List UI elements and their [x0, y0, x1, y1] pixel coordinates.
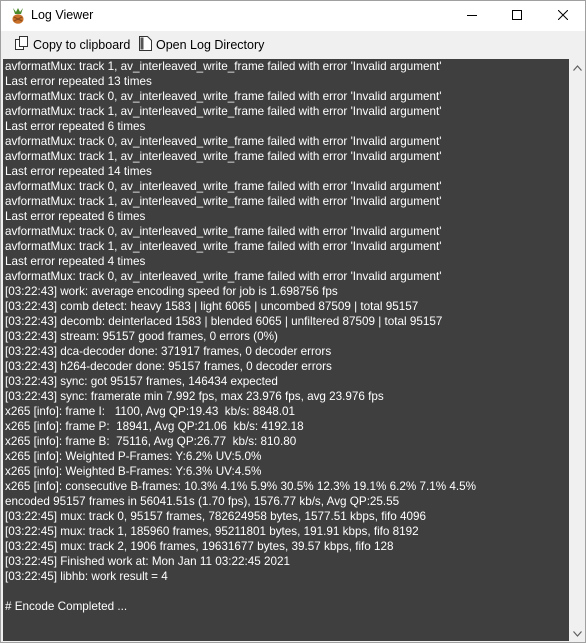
- copy-to-clipboard-label: Copy to clipboard: [33, 38, 131, 52]
- document-icon: [139, 36, 156, 54]
- log-line: [03:22:45] libhb: work result = 4: [5, 570, 168, 583]
- minimize-icon: [466, 7, 477, 25]
- log-line: avformatMux: track 0, av_interleaved_wri…: [5, 225, 442, 238]
- log-line: x265 [info]: frame I: 1100, Avg QP:19.43…: [5, 405, 295, 418]
- log-line: avformatMux: track 0, av_interleaved_wri…: [5, 90, 442, 103]
- log-line: x265 [info]: Weighted P-Frames: Y:6.2% U…: [5, 450, 262, 463]
- log-line: avformatMux: track 1, av_interleaved_wri…: [5, 60, 442, 73]
- log-line: [03:22:45] mux: track 1, 185960 frames, …: [5, 525, 419, 538]
- log-line: Last error repeated 6 times: [5, 210, 146, 223]
- log-line: Last error repeated 13 times: [5, 75, 152, 88]
- log-line: [03:22:43] dca-decoder done: 371917 fram…: [5, 345, 332, 358]
- log-line: [03:22:43] sync: got 95157 frames, 14643…: [5, 375, 278, 388]
- log-line: x265 [info]: frame P: 18941, Avg QP:21.0…: [5, 420, 304, 433]
- scroll-up-arrow-icon: [572, 58, 582, 76]
- scroll-down-arrow-icon: [572, 624, 582, 642]
- log-line: [03:22:45] Finished work at: Mon Jan 11 …: [5, 555, 291, 568]
- log-line: # Encode Completed ...: [5, 600, 128, 613]
- title-bar[interactable]: Log Viewer: [1, 1, 585, 31]
- log-line: avformatMux: track 1, av_interleaved_wri…: [5, 150, 442, 163]
- log-content: avformatMux: track 1, av_interleaved_wri…: [5, 59, 567, 614]
- copy-to-clipboard-button[interactable]: Copy to clipboard: [15, 36, 130, 54]
- open-log-directory-label: Open Log Directory: [156, 38, 265, 52]
- log-line: avformatMux: track 1, av_interleaved_wri…: [5, 195, 442, 208]
- log-line: avformatMux: track 0, av_interleaved_wri…: [5, 135, 442, 148]
- log-line: x265 [info]: Weighted B-Frames: Y:6.3% U…: [5, 465, 262, 478]
- scroll-up-button[interactable]: [569, 59, 585, 75]
- close-button[interactable]: [540, 1, 585, 31]
- toolbar: Copy to clipboard Open Log Directory: [1, 32, 585, 58]
- copy-icon: [15, 36, 33, 54]
- log-line: avformatMux: track 1, av_interleaved_wri…: [5, 105, 442, 118]
- log-line: [03:22:43] stream: 95157 good frames, 0 …: [5, 330, 278, 343]
- open-log-directory-button[interactable]: Open Log Directory: [139, 36, 264, 54]
- log-line: avformatMux: track 1, av_interleaved_wri…: [5, 240, 442, 253]
- log-line: Last error repeated 14 times: [5, 165, 152, 178]
- minimize-button[interactable]: [449, 1, 494, 31]
- log-line: [03:22:43] h264-decoder done: 95157 fram…: [5, 360, 332, 373]
- handbrake-pineapple-icon: [10, 7, 26, 24]
- log-viewer-window: Log Viewer Copy to clipboard Open Log Di…: [0, 0, 586, 643]
- log-line: avformatMux: track 0, av_interleaved_wri…: [5, 180, 442, 193]
- vertical-scrollbar[interactable]: [569, 59, 585, 641]
- maximize-icon: [511, 7, 522, 25]
- log-line: [03:22:43] comb detect: heavy 1583 | lig…: [5, 300, 419, 313]
- maximize-button[interactable]: [494, 1, 539, 31]
- window-title: Log Viewer: [31, 8, 94, 22]
- log-line: [03:22:45] mux: track 0, 95157 frames, 7…: [5, 510, 427, 523]
- log-line: x265 [info]: consecutive B-frames: 10.3%…: [5, 480, 477, 493]
- log-line: [03:22:45] mux: track 2, 1906 frames, 19…: [5, 540, 394, 553]
- log-line: [03:22:43] work: average encoding speed …: [5, 285, 338, 298]
- log-line: [03:22:43] decomb: deinterlaced 1583 | b…: [5, 315, 443, 328]
- log-line: Last error repeated 4 times: [5, 255, 146, 268]
- log-line: encoded 95157 frames in 56041.51s (1.70 …: [5, 495, 400, 508]
- close-icon: [557, 7, 568, 25]
- log-line: x265 [info]: frame B: 75116, Avg QP:26.7…: [5, 435, 297, 448]
- log-line: Last error repeated 6 times: [5, 120, 146, 133]
- log-line: avformatMux: track 0, av_interleaved_wri…: [5, 270, 442, 283]
- log-text-area[interactable]: avformatMux: track 1, av_interleaved_wri…: [3, 59, 569, 641]
- scroll-down-button[interactable]: [569, 625, 585, 641]
- log-line: [03:22:43] sync: framerate min 7.992 fps…: [5, 390, 384, 403]
